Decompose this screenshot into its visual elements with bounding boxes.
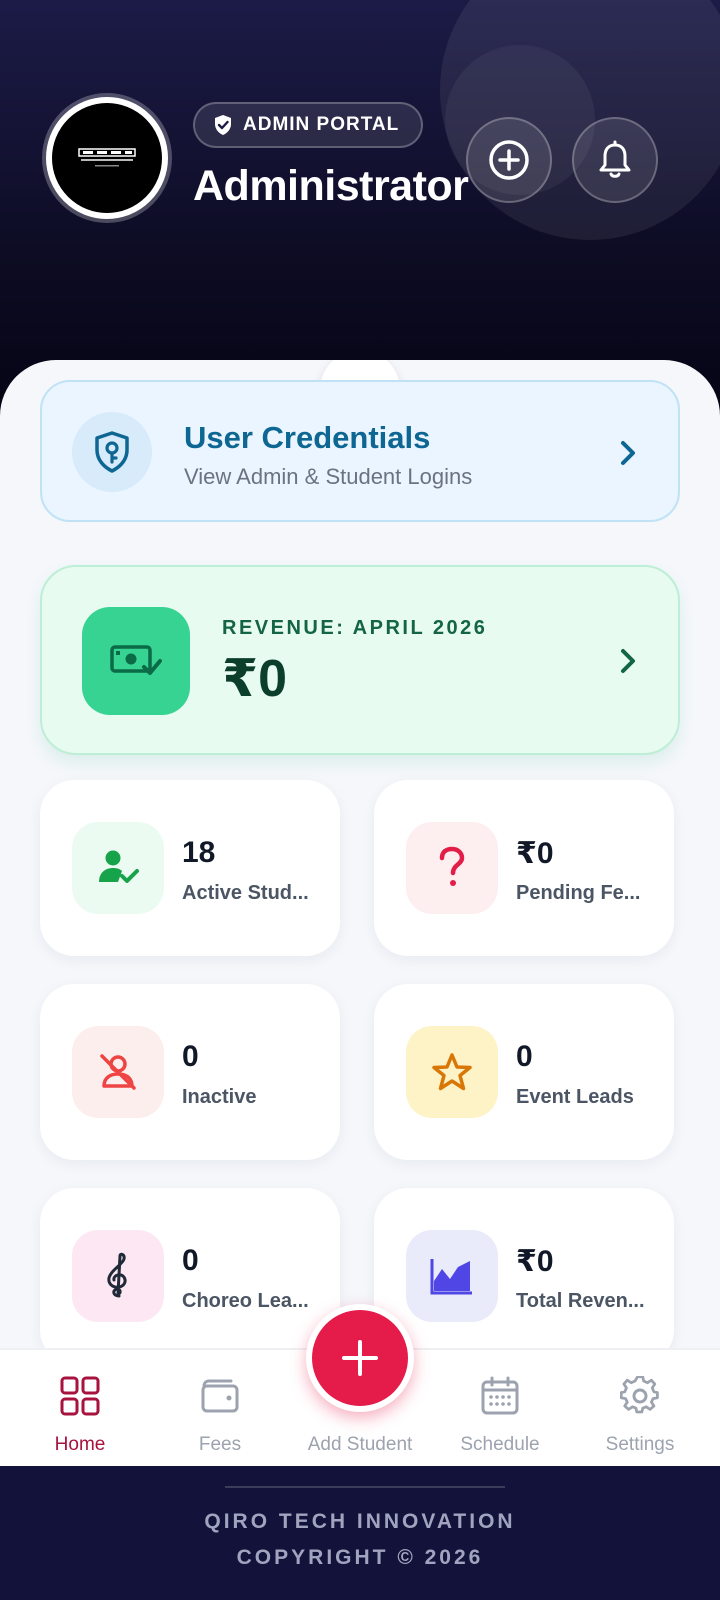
nav-item-home[interactable]: Home	[8, 1350, 152, 1468]
stat-label: Active Stud...	[182, 882, 309, 904]
cred-title: User Credentials	[184, 420, 431, 455]
revenue-label: REVENUE: APRIL 2026	[222, 617, 488, 639]
add-student-fab[interactable]	[306, 1304, 414, 1412]
stat-label: Pending Fe...	[516, 882, 641, 904]
star-icon	[432, 1053, 472, 1091]
money-check-icon	[110, 645, 162, 675]
stat-value: 18	[182, 836, 216, 869]
footer: QIRO TECH INNOVATION COPYRIGHT © 2026	[0, 1466, 720, 1600]
stat-icon-wrap	[72, 1230, 164, 1322]
logo-icon	[78, 148, 136, 167]
add-button[interactable]	[466, 117, 552, 203]
nav-item-schedule[interactable]: Schedule	[428, 1350, 572, 1468]
badge-label: ADMIN PORTAL	[243, 114, 400, 135]
stat-icon-wrap	[72, 1026, 164, 1118]
footer-divider	[225, 1486, 505, 1488]
rev-icon-wrap	[82, 607, 190, 715]
nav-item-settings[interactable]: Settings	[568, 1350, 712, 1468]
plus-circle-icon	[489, 140, 529, 180]
stat-icon-wrap	[406, 1230, 498, 1322]
footer-company: QIRO TECH INNOVATION	[204, 1510, 516, 1533]
avatar[interactable]	[46, 97, 168, 219]
user-credentials-card[interactable]: User Credentials View Admin & Student Lo…	[40, 380, 680, 522]
stat-label: Event Leads	[516, 1086, 634, 1108]
nav-label: Add Student	[307, 1434, 413, 1455]
revenue-value: ₹0	[222, 650, 288, 708]
cred-subtitle: View Admin & Student Logins	[184, 464, 473, 489]
plus-icon	[342, 1340, 378, 1376]
stat-card-active-students[interactable]: 18 Active Stud...	[40, 780, 340, 956]
stat-value: 0	[182, 1040, 199, 1073]
nav-label: Settings	[605, 1434, 675, 1455]
stat-label: Inactive	[182, 1086, 257, 1108]
notifications-button[interactable]	[572, 117, 658, 203]
treble-clef-icon	[107, 1252, 127, 1298]
dashboard-content: User Credentials View Admin & Student Lo…	[0, 360, 720, 1350]
shield-check-icon	[215, 115, 231, 135]
nav-item-fees[interactable]: Fees	[148, 1350, 292, 1468]
user-check-icon	[99, 850, 139, 883]
stat-icon-wrap	[72, 822, 164, 914]
bell-icon	[599, 140, 631, 178]
stat-label: Choreo Lea...	[182, 1290, 309, 1312]
stat-value: 0	[182, 1244, 199, 1277]
stat-value: 0	[516, 1040, 533, 1073]
stat-label: Total Reven...	[516, 1290, 645, 1312]
cred-icon-wrap	[72, 412, 152, 492]
wallet-icon	[201, 1379, 239, 1413]
question-icon	[439, 846, 465, 886]
stat-card-choreo-leads[interactable]: 0 Choreo Lea...	[40, 1188, 340, 1350]
revenue-card[interactable]: REVENUE: APRIL 2026 ₹0	[40, 565, 680, 755]
footer-copyright: COPYRIGHT © 2026	[236, 1546, 484, 1569]
calendar-icon	[481, 1376, 519, 1415]
stat-card-event-leads[interactable]: 0 Event Leads	[374, 984, 674, 1160]
stat-value: ₹0	[516, 837, 554, 870]
nav-label: Home	[54, 1434, 106, 1455]
shield-key-icon	[95, 431, 129, 473]
chevron-right-icon	[621, 649, 635, 673]
stat-card-inactive[interactable]: 0 Inactive	[40, 984, 340, 1160]
stat-icon-wrap	[406, 822, 498, 914]
chevron-right-icon	[621, 441, 635, 465]
stat-icon-wrap	[406, 1026, 498, 1118]
gear-icon	[620, 1376, 659, 1414]
nav-label: Schedule	[460, 1434, 540, 1455]
header: ADMIN PORTAL Administrator	[0, 0, 720, 420]
nav-label: Fees	[198, 1434, 242, 1455]
page-title: Administrator	[193, 162, 469, 210]
area-chart-icon	[430, 1259, 472, 1295]
grid-icon	[60, 1376, 100, 1416]
stat-card-total-revenue[interactable]: ₹0 Total Reven...	[374, 1188, 674, 1350]
stat-value: ₹0	[516, 1245, 554, 1278]
admin-portal-badge: ADMIN PORTAL	[193, 102, 424, 148]
user-off-icon	[100, 1054, 136, 1090]
stat-card-pending-fees[interactable]: ₹0 Pending Fe...	[374, 780, 674, 956]
